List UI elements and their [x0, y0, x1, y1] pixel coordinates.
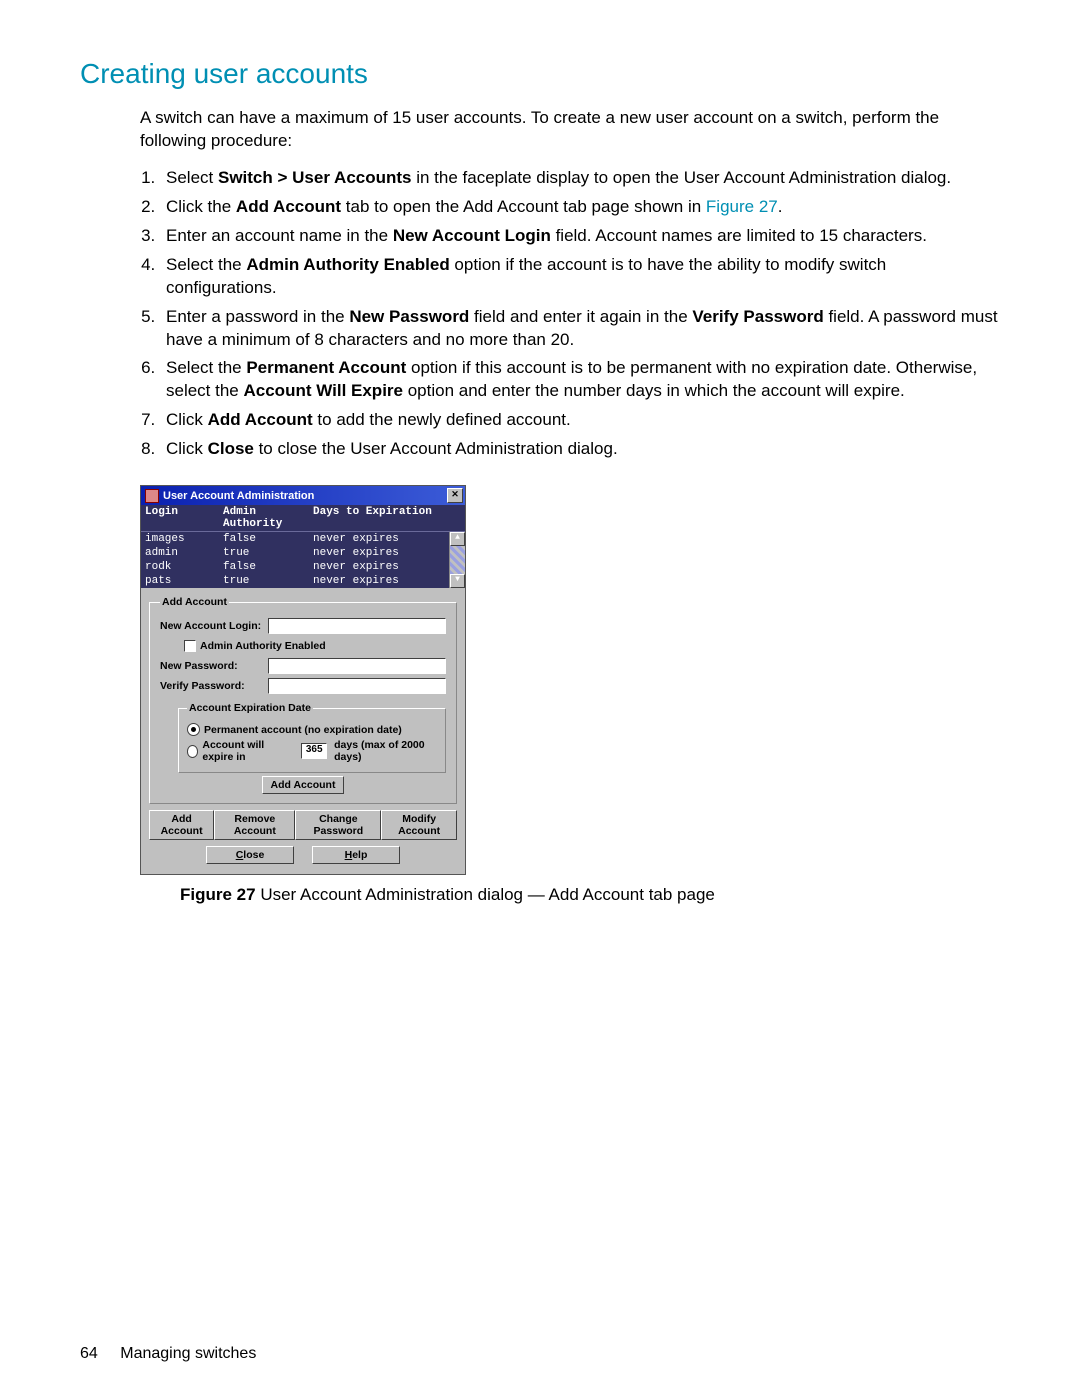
step-6: Select the Permanent Account option if t… [160, 357, 1000, 403]
tab-modify-account[interactable]: Modify Account [381, 810, 457, 840]
step-5: Enter a password in the New Password fie… [160, 306, 1000, 352]
intro-paragraph: A switch can have a maximum of 15 user a… [140, 107, 1000, 153]
close-button[interactable]: Close [206, 846, 294, 864]
permanent-label: Permanent account (no expiration date) [204, 724, 402, 736]
table-row[interactable]: admin true never expires [141, 546, 465, 560]
help-button[interactable]: Help [312, 846, 400, 864]
will-expire-label-b: days (max of 2000 days) [334, 739, 437, 763]
will-expire-radio[interactable] [187, 745, 198, 758]
new-login-input[interactable] [268, 618, 446, 634]
add-account-button[interactable]: Add Account [262, 776, 345, 794]
window-icon [145, 489, 159, 503]
step-3: Enter an account name in the New Account… [160, 225, 1000, 248]
expiration-group: Account Expiration Date Permanent accoun… [178, 702, 446, 773]
user-account-dialog: User Account Administration ✕ Login Admi… [140, 485, 466, 875]
add-account-group: Add Account New Account Login: Admin Aut… [149, 596, 457, 804]
verify-password-input[interactable] [268, 678, 446, 694]
will-expire-label-a: Account will expire in [202, 739, 294, 763]
footer-section: Managing switches [120, 1345, 256, 1362]
col-login: Login [145, 506, 223, 530]
admin-enabled-label: Admin Authority Enabled [200, 640, 326, 652]
scrollbar[interactable]: ▲ ▼ [449, 532, 465, 588]
section-heading: Creating user accounts [80, 58, 1000, 90]
scroll-down-icon[interactable]: ▼ [450, 574, 465, 588]
procedure-list: Select Switch > User Accounts in the fac… [160, 167, 1000, 461]
tab-add-account[interactable]: Add Account [149, 810, 214, 840]
step-4: Select the Admin Authority Enabled optio… [160, 254, 1000, 300]
tab-change-password[interactable]: Change Password [295, 810, 381, 840]
tab-remove-account[interactable]: Remove Account [214, 810, 295, 840]
col-auth: Admin Authority [223, 506, 309, 530]
permanent-radio[interactable] [187, 723, 200, 736]
scroll-track[interactable] [450, 546, 465, 574]
list-header: Login Admin Authority Days to Expiration [141, 505, 465, 532]
dialog-tabs: Add Account Remove Account Change Passwo… [149, 810, 457, 840]
table-row[interactable]: rodk false never expires [141, 560, 465, 574]
step-8: Click Close to close the User Account Ad… [160, 438, 1000, 461]
account-list: Login Admin Authority Days to Expiration… [141, 505, 465, 588]
days-input[interactable]: 365 [301, 743, 327, 759]
verify-password-label: Verify Password: [160, 680, 268, 692]
figure-caption: Figure 27 User Account Administration di… [180, 885, 1000, 905]
table-row[interactable]: pats true never expires [141, 574, 465, 588]
list-body: images false never expires admin true ne… [141, 532, 465, 588]
expiration-legend: Account Expiration Date [187, 702, 313, 714]
table-row[interactable]: images false never expires [141, 532, 465, 546]
new-password-label: New Password: [160, 660, 268, 672]
step-1: Select Switch > User Accounts in the fac… [160, 167, 1000, 190]
group-legend: Add Account [160, 596, 229, 608]
step-7: Click Add Account to add the newly defin… [160, 409, 1000, 432]
figure-link[interactable]: Figure 27 [706, 197, 778, 216]
new-login-label: New Account Login: [160, 620, 268, 632]
page-footer: 64 Managing switches [80, 1345, 256, 1363]
col-exp: Days to Expiration [309, 506, 461, 530]
new-password-input[interactable] [268, 658, 446, 674]
step-2: Click the Add Account tab to open the Ad… [160, 196, 1000, 219]
close-icon[interactable]: ✕ [447, 488, 463, 503]
page-number: 64 [80, 1345, 98, 1362]
dialog-title: User Account Administration [163, 490, 447, 502]
dialog-titlebar[interactable]: User Account Administration ✕ [141, 486, 465, 505]
scroll-up-icon[interactable]: ▲ [450, 532, 465, 546]
admin-enabled-checkbox[interactable] [184, 640, 196, 652]
